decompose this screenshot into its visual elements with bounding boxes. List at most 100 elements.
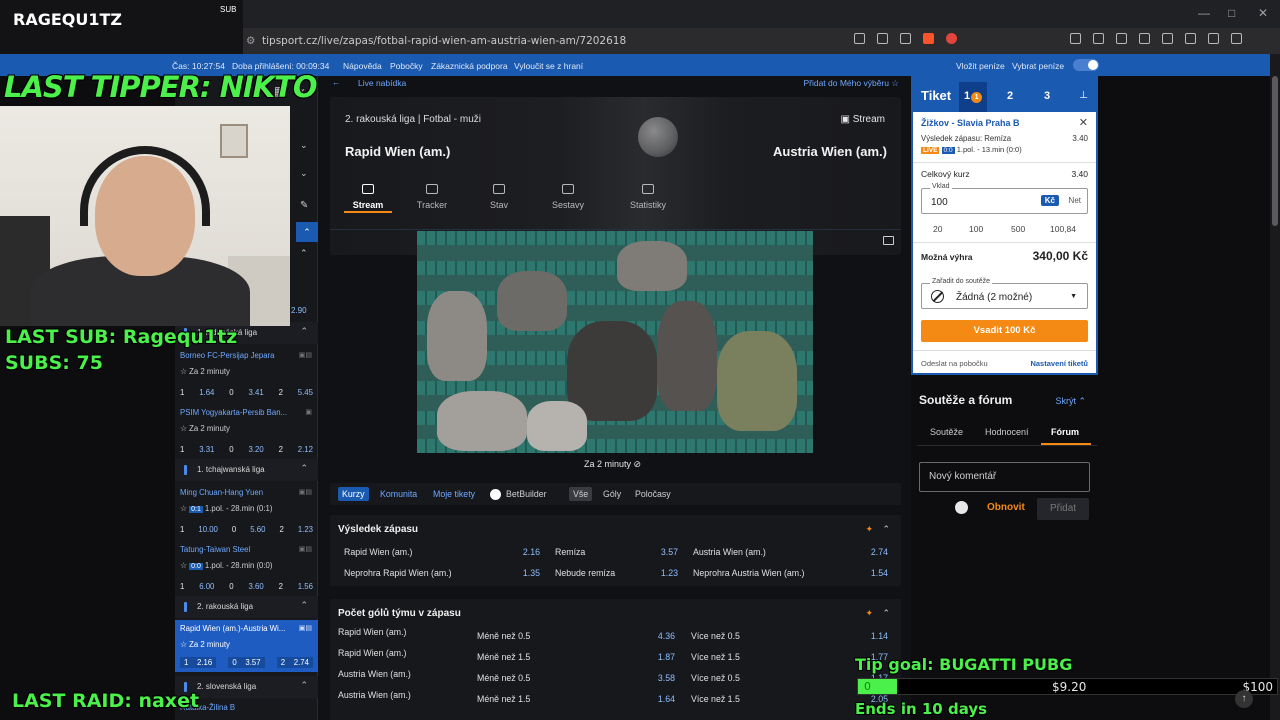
odd-button[interactable]: 3.31 [199,445,214,454]
odd-button[interactable]: 1.56 [298,582,313,591]
odd-button[interactable]: 3.58 [645,673,675,683]
tab-stav[interactable]: Stav [469,180,529,210]
match-name[interactable]: Rapid Wien (am.)-Austria Wi... [180,624,288,633]
tab-icon[interactable] [1116,33,1127,44]
odd-button[interactable]: 10.00 [198,525,218,534]
send-to-branch-link[interactable]: Odeslat na pobočku [921,359,988,368]
tab-contests[interactable]: Soutěže [930,427,963,437]
bet-label[interactable]: Remíza [555,547,585,557]
filter-halves[interactable]: Poločasy [635,489,671,499]
scrollbar-thumb[interactable] [1272,76,1278,226]
brave-shield-icon[interactable] [923,33,934,44]
quick-stake-button[interactable]: 500 [1011,224,1025,234]
match-name[interactable]: PSIM Yogyakarta-Persib Ban... [180,408,288,417]
vpn-icon[interactable] [1208,33,1219,44]
bet-label[interactable]: Více než 1.5 [691,694,740,704]
match-name[interactable]: Tatung-Taiwan Steel [180,545,288,554]
odd-button[interactable]: 6.00 [199,582,214,591]
nav-self-exclusion[interactable]: Vyloučit se z hraní [514,61,583,71]
bet-label[interactable]: Méně než 0.5 [477,631,530,641]
odd-button[interactable]: 3.60 [249,582,264,591]
odd-button[interactable]: 3.41 [249,388,264,397]
chevron-up-icon[interactable]: ⌃ [296,222,318,242]
bet-label[interactable]: Neprohra Rapid Wien (am.) [344,568,452,578]
url-field[interactable]: ⚙ tipsport.cz/live/zapas/fotbal-rapid-wie… [246,30,846,52]
odd-button[interactable]: 1.64 [199,388,214,397]
match-name[interactable]: Ming Chuan-Hang Yuen [180,488,288,497]
chevron-up-icon[interactable]: ⌃ [300,463,308,474]
bet-label[interactable]: Více než 0.5 [691,673,740,683]
odd-button[interactable]: 1.14 [858,631,888,641]
odd-button[interactable]: 1.23 [298,525,313,534]
add-favorite-button[interactable]: Přidat do Mého výběru ☆ [803,78,899,89]
odd-button[interactable]: 2 2.74 [276,657,313,668]
odd-button[interactable]: 3.20 [249,445,264,454]
chevron-down-icon[interactable]: ⌄ [300,168,308,179]
add-comment-button[interactable]: Přidat [1037,498,1089,520]
odd-button[interactable]: 0 3.57 [228,657,265,668]
puzzle-icon[interactable] [1093,33,1104,44]
odd-button[interactable]: 1.54 [858,568,888,578]
filter-my-tickets[interactable]: Moje tikety [433,489,475,499]
bet-label[interactable]: Více než 1.5 [691,652,740,662]
scroll-top-icon[interactable]: ↑ [1235,690,1253,708]
bet-label[interactable]: Rapid Wien (am.) [344,547,412,557]
site-info-icon[interactable]: ⚙ [246,30,256,52]
bet-label[interactable]: Neprohra Austria Wien (am.) [693,568,804,578]
menu-icon[interactable] [1231,33,1242,44]
bet-label[interactable]: Více než 0.5 [691,631,740,641]
nav-help[interactable]: Nápověda [343,61,382,71]
bet-label[interactable]: Méně než 1.5 [477,694,530,704]
odd-button[interactable]: 2.12 [298,445,313,454]
sidebar-icon[interactable] [1162,33,1173,44]
chevron-up-icon[interactable]: ⌃ [882,524,890,535]
deposit-link[interactable]: Vložit peníze [956,61,1005,71]
odd-button[interactable]: 1 2.16 [180,657,217,668]
odd-button[interactable]: 1.35 [510,568,540,578]
share-icon[interactable] [900,33,911,44]
tab-ticket-2[interactable]: 2 [1007,90,1013,102]
odd-button[interactable]: 5.45 [298,388,313,397]
tab-forum[interactable]: Fórum [1051,427,1079,437]
stream-button[interactable]: ▣ Stream [841,114,885,125]
translate-icon[interactable] [854,33,865,44]
odd-button[interactable]: 5.60 [250,525,265,534]
withdraw-link[interactable]: Vybrat peníze [1012,61,1064,71]
edit-icon[interactable]: ✎ [300,200,308,211]
contest-select[interactable]: Zařadit do soutěže Žádná (2 možné) ▼ [921,278,1088,309]
slip-match[interactable]: Žižkov - Slavia Praha B [921,118,1020,128]
chevron-up-icon[interactable]: ⌃ [300,248,308,259]
sidebar-league[interactable]: 1. tchajwanská liga ⌃ [175,459,318,481]
odd-button[interactable]: 2.16 [510,547,540,557]
ticket-settings-link[interactable]: Nastavení tiketů [1030,359,1088,368]
page-scrollbar[interactable] [1270,54,1280,720]
pin-icon[interactable]: ✦ [865,608,873,619]
music-icon[interactable] [1139,33,1150,44]
odd-button[interactable]: 1.64 [645,694,675,704]
hide-toggle[interactable]: Skrýt ⌃ [1055,396,1086,407]
bet-label[interactable]: Nebude remíza [555,568,615,578]
odd-button[interactable]: 1.87 [645,652,675,662]
tab-statistics[interactable]: Statistiky [618,180,678,210]
odd-button[interactable]: 2.74 [858,547,888,557]
tab-tracker[interactable]: Tracker [402,180,462,210]
filter-community[interactable]: Komunita [380,489,417,499]
video-player[interactable] [417,231,813,453]
odd-button[interactable]: 3.57 [648,547,678,557]
quick-stake-button[interactable]: 20 [933,224,942,234]
refresh-button[interactable]: Obnovit [987,502,1025,513]
theme-toggle[interactable] [1073,59,1099,71]
emoji-icon[interactable] [955,501,968,514]
tab-ratings[interactable]: Hodnocení [985,427,1029,437]
minimize-icon[interactable]: — [1198,6,1210,20]
odd-button[interactable]: 4.36 [645,631,675,641]
match-name[interactable]: Borneo FC-Persijap Jepara [180,351,288,360]
chevron-up-icon[interactable]: ⌃ [882,608,890,619]
back-arrow-icon[interactable]: ← [332,77,341,87]
nav-branches[interactable]: Pobočky [390,61,423,71]
list-item[interactable]: Tatung-Taiwan Steel ▣▤ ☆ 0:0 1.pol. - 28.… [175,545,318,593]
bet-label[interactable]: Austria Wien (am.) [693,547,766,557]
list-item[interactable]: Borneo FC-Persijap Jepara ▣▤ ☆ Za 2 minu… [175,351,318,399]
pin-icon[interactable]: ⊥ [1079,90,1088,101]
chevron-up-icon[interactable]: ⌃ [300,680,308,691]
